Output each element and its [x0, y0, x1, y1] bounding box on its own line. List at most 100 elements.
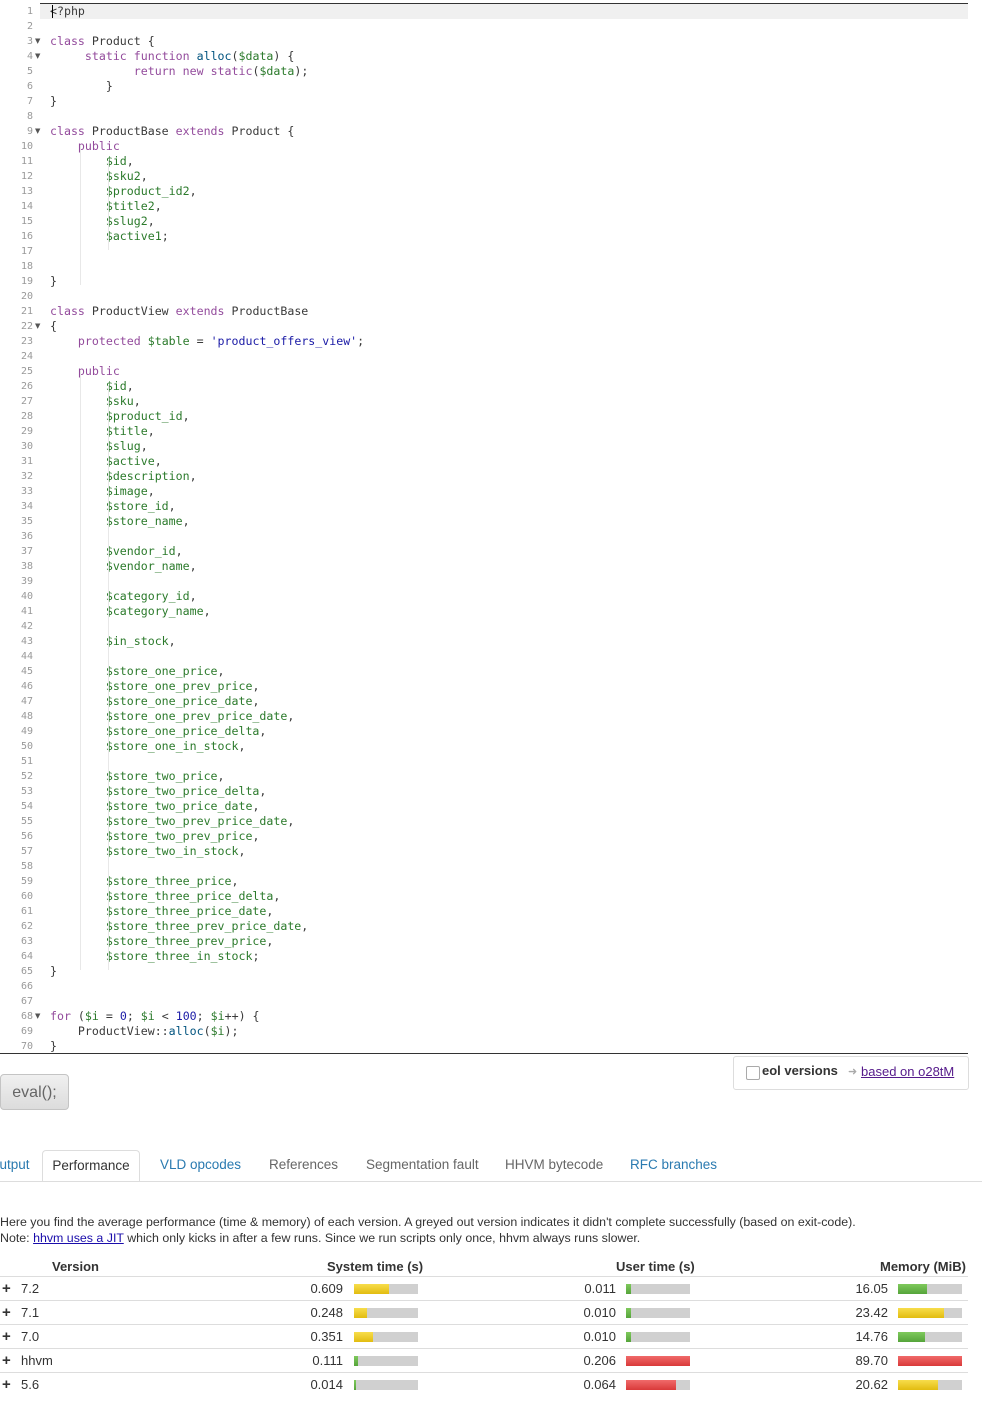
- tab-performance[interactable]: Performance: [42, 1150, 140, 1182]
- code-line[interactable]: $store_three_prev_price,: [50, 934, 274, 949]
- tab-performance-label: Performance: [52, 1158, 130, 1173]
- fold-toggle-icon[interactable]: ▼: [35, 49, 41, 64]
- based-on-link[interactable]: based on o28tM: [861, 1064, 954, 1079]
- code-line[interactable]: for ($i = 0; $i < 100; $i++) {: [50, 1009, 260, 1024]
- fold-toggle-icon[interactable]: ▼: [35, 319, 41, 334]
- code-line[interactable]: $product_id,: [50, 409, 190, 424]
- hhvm-jit-link[interactable]: hhvm uses a JIT: [33, 1231, 124, 1245]
- code-line[interactable]: class Product {: [50, 34, 155, 49]
- code-line[interactable]: $title,: [50, 424, 155, 439]
- code-line[interactable]: return new static($data);: [50, 64, 309, 79]
- system-bar-fill: [354, 1380, 356, 1390]
- code-line[interactable]: $store_two_prev_price,: [50, 829, 260, 844]
- eol-versions-label[interactable]: eol versions: [762, 1063, 838, 1078]
- code-line[interactable]: $store_three_price_date,: [50, 904, 274, 919]
- header-system-time: System time (s): [327, 1259, 424, 1274]
- fold-toggle-icon[interactable]: ▼: [35, 124, 41, 139]
- code-line[interactable]: $store_three_price,: [50, 874, 239, 889]
- code-line[interactable]: static function alloc($data) {: [50, 49, 294, 64]
- table-row[interactable]: +7.2 0.609 0.011 16.05: [0, 1276, 968, 1301]
- code-line[interactable]: $description,: [50, 469, 197, 484]
- table-row[interactable]: +5.6 0.014 0.064 20.62: [0, 1372, 968, 1397]
- code-line[interactable]: }: [50, 79, 113, 94]
- code-line[interactable]: }: [50, 274, 57, 289]
- code-line[interactable]: $image,: [50, 484, 155, 499]
- line-number: 4: [26, 51, 33, 62]
- code-line[interactable]: $category_id,: [50, 589, 197, 604]
- code-line[interactable]: {: [50, 319, 57, 334]
- code-line[interactable]: $product_id2,: [50, 184, 197, 199]
- code-line[interactable]: $in_stock,: [50, 634, 176, 649]
- tab-output[interactable]: Output: [0, 1157, 30, 1172]
- tab-hhvm-bytecode[interactable]: HHVM bytecode: [505, 1157, 603, 1172]
- table-row[interactable]: + hhvm 0.111 0.206 89.70: [0, 1348, 968, 1373]
- code-editor[interactable]: 1 2 3 ▼ 4 ▼ 5 6 7 8 9 ▼ 10 11 12 13 14 15 16 17 18 19 20 21 22 ▼ 2…: [0, 0, 968, 1054]
- code-line[interactable]: $store_id,: [50, 499, 176, 514]
- line-number: 67: [20, 996, 33, 1007]
- tab-references[interactable]: References: [269, 1157, 338, 1172]
- line-number: 38: [20, 561, 33, 572]
- code-line[interactable]: }: [50, 94, 57, 109]
- code-line[interactable]: $store_three_prev_price_date,: [50, 919, 308, 934]
- expand-icon[interactable]: +: [2, 1328, 11, 1346]
- expand-icon[interactable]: +: [2, 1376, 11, 1394]
- code-line[interactable]: $store_one_price_date,: [50, 694, 260, 709]
- code-line[interactable]: public: [50, 139, 120, 154]
- fold-toggle-icon[interactable]: ▼: [35, 34, 41, 49]
- code-line[interactable]: $store_one_prev_price_date,: [50, 709, 294, 724]
- code-line[interactable]: $store_two_price_date,: [50, 799, 260, 814]
- tabs-divider: [0, 1181, 982, 1182]
- tab-segmentation-fault[interactable]: Segmentation fault: [366, 1157, 479, 1172]
- user-bar-fill: [626, 1284, 631, 1294]
- line-number: 28: [20, 411, 33, 422]
- code-line[interactable]: $store_one_price_delta,: [50, 724, 267, 739]
- expand-icon[interactable]: +: [2, 1304, 11, 1322]
- code-line[interactable]: $slug2,: [50, 214, 155, 229]
- code-line[interactable]: class ProductBase extends Product {: [50, 124, 294, 139]
- code-line[interactable]: $vendor_id,: [50, 544, 183, 559]
- system-value: 0.609: [310, 1281, 343, 1296]
- code-line[interactable]: $store_one_prev_price,: [50, 679, 260, 694]
- eol-versions-checkbox[interactable]: [746, 1066, 760, 1080]
- code-line[interactable]: $id,: [50, 379, 134, 394]
- fold-toggle-icon[interactable]: ▼: [35, 1009, 41, 1024]
- tab-rfc-branches[interactable]: RFC branches: [630, 1157, 717, 1172]
- version-label: 7.1: [21, 1305, 40, 1320]
- table-row[interactable]: +7.0 0.351 0.010 14.76: [0, 1324, 968, 1349]
- code-line[interactable]: $store_two_price_delta,: [50, 784, 267, 799]
- code-line[interactable]: $id,: [50, 154, 134, 169]
- code-line[interactable]: $sku2,: [50, 169, 148, 184]
- user-bar: [626, 1284, 690, 1294]
- code-line[interactable]: }: [50, 964, 57, 979]
- line-number: 53: [20, 786, 33, 797]
- table-row[interactable]: +7.1 0.248 0.010 23.42: [0, 1300, 968, 1325]
- code-line[interactable]: $store_two_price,: [50, 769, 225, 784]
- line-number: 1: [26, 6, 33, 17]
- code-line[interactable]: $title2,: [50, 199, 162, 214]
- code-line[interactable]: $store_two_prev_price_date,: [50, 814, 294, 829]
- code-line[interactable]: $active,: [50, 454, 162, 469]
- expand-icon[interactable]: +: [2, 1280, 11, 1298]
- code-line[interactable]: <?php: [50, 4, 85, 19]
- code-line[interactable]: $store_name,: [50, 514, 190, 529]
- code-line[interactable]: $active1;: [50, 229, 169, 244]
- code-line[interactable]: ProductView::alloc($i);: [50, 1024, 239, 1039]
- code-line[interactable]: public: [50, 364, 120, 379]
- code-line[interactable]: $category_name,: [50, 604, 211, 619]
- code-line[interactable]: protected $table = 'product_offers_view'…: [50, 334, 364, 349]
- line-number: 9: [26, 126, 33, 137]
- code-line[interactable]: }: [50, 1039, 57, 1053]
- code-line[interactable]: $store_three_in_stock;: [50, 949, 260, 964]
- code-line[interactable]: $store_one_price,: [50, 664, 225, 679]
- code-line[interactable]: $vendor_name,: [50, 559, 197, 574]
- system-value: 0.248: [310, 1305, 343, 1320]
- indent-guide: [108, 160, 109, 250]
- line-number: 50: [20, 741, 33, 752]
- code-line[interactable]: $slug,: [50, 439, 148, 454]
- code-line[interactable]: $sku,: [50, 394, 141, 409]
- code-line[interactable]: class ProductView extends ProductBase: [50, 304, 308, 319]
- eval-button[interactable]: eval();: [0, 1074, 69, 1110]
- code-line[interactable]: $store_three_price_delta,: [50, 889, 281, 904]
- tab-vld-opcodes[interactable]: VLD opcodes: [160, 1157, 241, 1172]
- expand-icon[interactable]: +: [2, 1352, 11, 1370]
